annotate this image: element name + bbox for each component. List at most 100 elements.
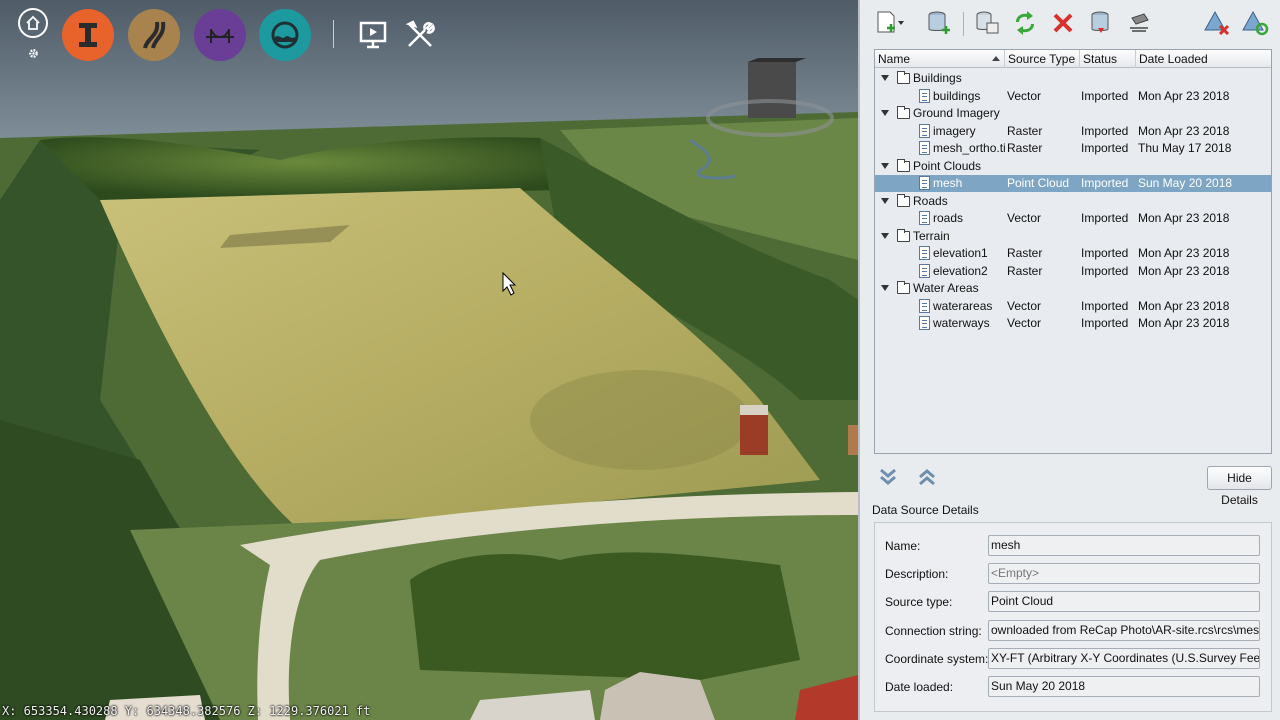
expand-toggle-icon[interactable] — [881, 162, 889, 169]
item-name: mesh — [933, 176, 963, 190]
item-source-type: Vector — [1007, 298, 1042, 313]
group-label: Roads — [913, 193, 948, 208]
source-type-field[interactable]: Point Cloud — [988, 591, 1260, 612]
warning-remove-button[interactable] — [1202, 8, 1232, 38]
folder-icon — [897, 228, 910, 242]
expand-all-button[interactable] — [875, 465, 901, 489]
tree-group-row[interactable]: Point Clouds — [875, 158, 1271, 175]
item-name: elevation1 — [933, 246, 988, 260]
tree-item-row[interactable]: buildings Vector Imported Mon Apr 23 2018 — [875, 88, 1271, 105]
home-button[interactable] — [18, 8, 48, 38]
column-header-source-type[interactable]: Source Type — [1005, 50, 1080, 68]
item-date-loaded: Mon Apr 23 2018 — [1138, 211, 1230, 225]
item-source-type: Vector — [1007, 316, 1042, 330]
expand-toggle-icon[interactable] — [881, 197, 889, 204]
tree-item-row[interactable]: roads Vector Imported Mon Apr 23 2018 — [875, 210, 1271, 227]
database-settings-button[interactable] — [972, 8, 1002, 38]
collapse-all-button[interactable] — [914, 465, 940, 489]
add-database-button[interactable] — [924, 8, 954, 38]
refresh-button[interactable] — [1010, 8, 1040, 38]
database-upload-button[interactable] — [1086, 8, 1116, 38]
item-name: buildings — [933, 88, 981, 103]
tree-item-row[interactable]: waterways Vector Imported Mon Apr 23 2018 — [875, 315, 1271, 332]
triangle-refresh-button[interactable] — [1240, 8, 1270, 38]
item-status: Imported — [1081, 211, 1129, 225]
tree-item-row[interactable]: waterareas Vector Imported Mon Apr 23 2018 — [875, 298, 1271, 315]
tree-item-row[interactable]: imagery Raster Imported Mon Apr 23 2018 — [875, 123, 1271, 140]
item-date-loaded: Mon Apr 23 2018 — [1138, 316, 1230, 330]
tree-group-row[interactable]: Water Areas — [875, 280, 1271, 297]
tools-icon — [405, 20, 435, 47]
3d-viewport[interactable]: X: 653354.430288 Y: 634348.382576 Z: 122… — [0, 0, 858, 720]
column-name-label: Name — [878, 52, 911, 66]
connection-string-field[interactable]: ownloaded from ReCap Photo\AR-site.rcs\r… — [988, 620, 1260, 641]
expand-toggle-icon[interactable] — [881, 285, 889, 291]
item-date-loaded: Sun May 20 2018 — [1138, 176, 1233, 190]
tools-button[interactable] — [403, 18, 437, 52]
coordinate-system-label: Coordinate system: — [885, 652, 989, 666]
tree-item-row[interactable]: mesh_ortho.tif Raster Imported Thu May 17 2… — [875, 140, 1271, 157]
document-icon — [919, 246, 930, 260]
roads-button[interactable] — [128, 9, 180, 61]
group-label: Point Clouds — [913, 158, 982, 173]
item-date-loaded: Mon Apr 23 2018 — [1138, 88, 1230, 103]
roads-icon — [143, 21, 166, 49]
date-loaded-label: Date loaded: — [885, 680, 954, 694]
expand-toggle-icon[interactable] — [881, 232, 889, 239]
name-field[interactable]: mesh — [988, 535, 1260, 556]
item-status: Imported — [1081, 176, 1129, 190]
column-header-status[interactable]: Status — [1080, 50, 1136, 68]
data-sources-tree[interactable]: Name Source Type Status Date Loaded Buil… — [874, 49, 1272, 454]
tree-group-row[interactable]: Terrain — [875, 228, 1271, 245]
add-database-icon — [928, 11, 950, 34]
aerial-scene[interactable] — [0, 0, 858, 720]
tree-item-row[interactable]: elevation1 Raster Imported Mon Apr 23 2018 — [875, 245, 1271, 262]
description-field[interactable]: <Empty> — [988, 563, 1260, 584]
database-settings-icon — [976, 11, 999, 34]
item-source-type: Vector — [1007, 88, 1042, 103]
panel-toolbar-divider — [963, 12, 964, 36]
item-name: imagery — [933, 123, 976, 138]
item-name: roads — [933, 211, 964, 225]
tree-item-row[interactable]: mesh Point Cloud Imported Sun May 20 2018 — [875, 175, 1271, 192]
presentation-button[interactable] — [356, 18, 390, 52]
tree-item-row[interactable]: elevation2 Raster Imported Mon Apr 23 2018 — [875, 263, 1271, 280]
coordinate-system-field[interactable]: XY-FT (Arbitrary X-Y Coordinates (U.S.Su… — [988, 648, 1260, 669]
document-icon — [919, 123, 930, 138]
new-file-button[interactable] — [874, 8, 904, 38]
settings-icon[interactable] — [28, 48, 39, 62]
toolbar-divider — [333, 20, 334, 48]
column-header-date-loaded[interactable]: Date Loaded — [1136, 50, 1271, 68]
details-section-title: Data Source Details — [872, 503, 979, 517]
column-header-name[interactable]: Name — [875, 50, 1005, 68]
folder-icon — [897, 71, 910, 84]
erase-button[interactable] — [1124, 8, 1154, 38]
hide-details-button[interactable]: Hide Details — [1207, 466, 1272, 507]
group-label: Buildings — [913, 71, 962, 85]
buildings-button[interactable] — [62, 9, 114, 61]
water-icon — [271, 21, 299, 49]
bridges-button[interactable] — [194, 9, 246, 61]
item-date-loaded: Mon Apr 23 2018 — [1138, 263, 1230, 278]
expand-toggle-icon[interactable] — [881, 110, 889, 116]
item-source-type: Vector — [1007, 211, 1042, 225]
tree-group-row[interactable]: Ground Imagery — [875, 105, 1271, 122]
remove-button[interactable] — [1048, 8, 1078, 38]
folder-icon — [897, 158, 910, 172]
expand-toggle-icon[interactable] — [881, 75, 889, 81]
name-label: Name: — [885, 539, 921, 553]
tree-group-row[interactable]: Roads — [875, 193, 1271, 210]
coordinate-readout: X: 653354.430288 Y: 634348.382576 Z: 122… — [2, 704, 371, 718]
tree-group-row[interactable]: Buildings — [875, 70, 1271, 87]
group-label: Ground Imagery — [913, 106, 1000, 120]
item-status: Imported — [1081, 88, 1129, 103]
bridges-icon — [206, 29, 234, 43]
group-label: Water Areas — [913, 281, 979, 295]
document-icon — [919, 298, 930, 313]
item-status: Imported — [1081, 263, 1129, 278]
connection-string-label: Connection string: — [885, 624, 982, 638]
date-loaded-field[interactable]: Sun May 20 2018 — [988, 676, 1260, 697]
water-button[interactable] — [259, 9, 311, 61]
document-icon — [919, 88, 930, 103]
folder-icon — [897, 193, 910, 207]
